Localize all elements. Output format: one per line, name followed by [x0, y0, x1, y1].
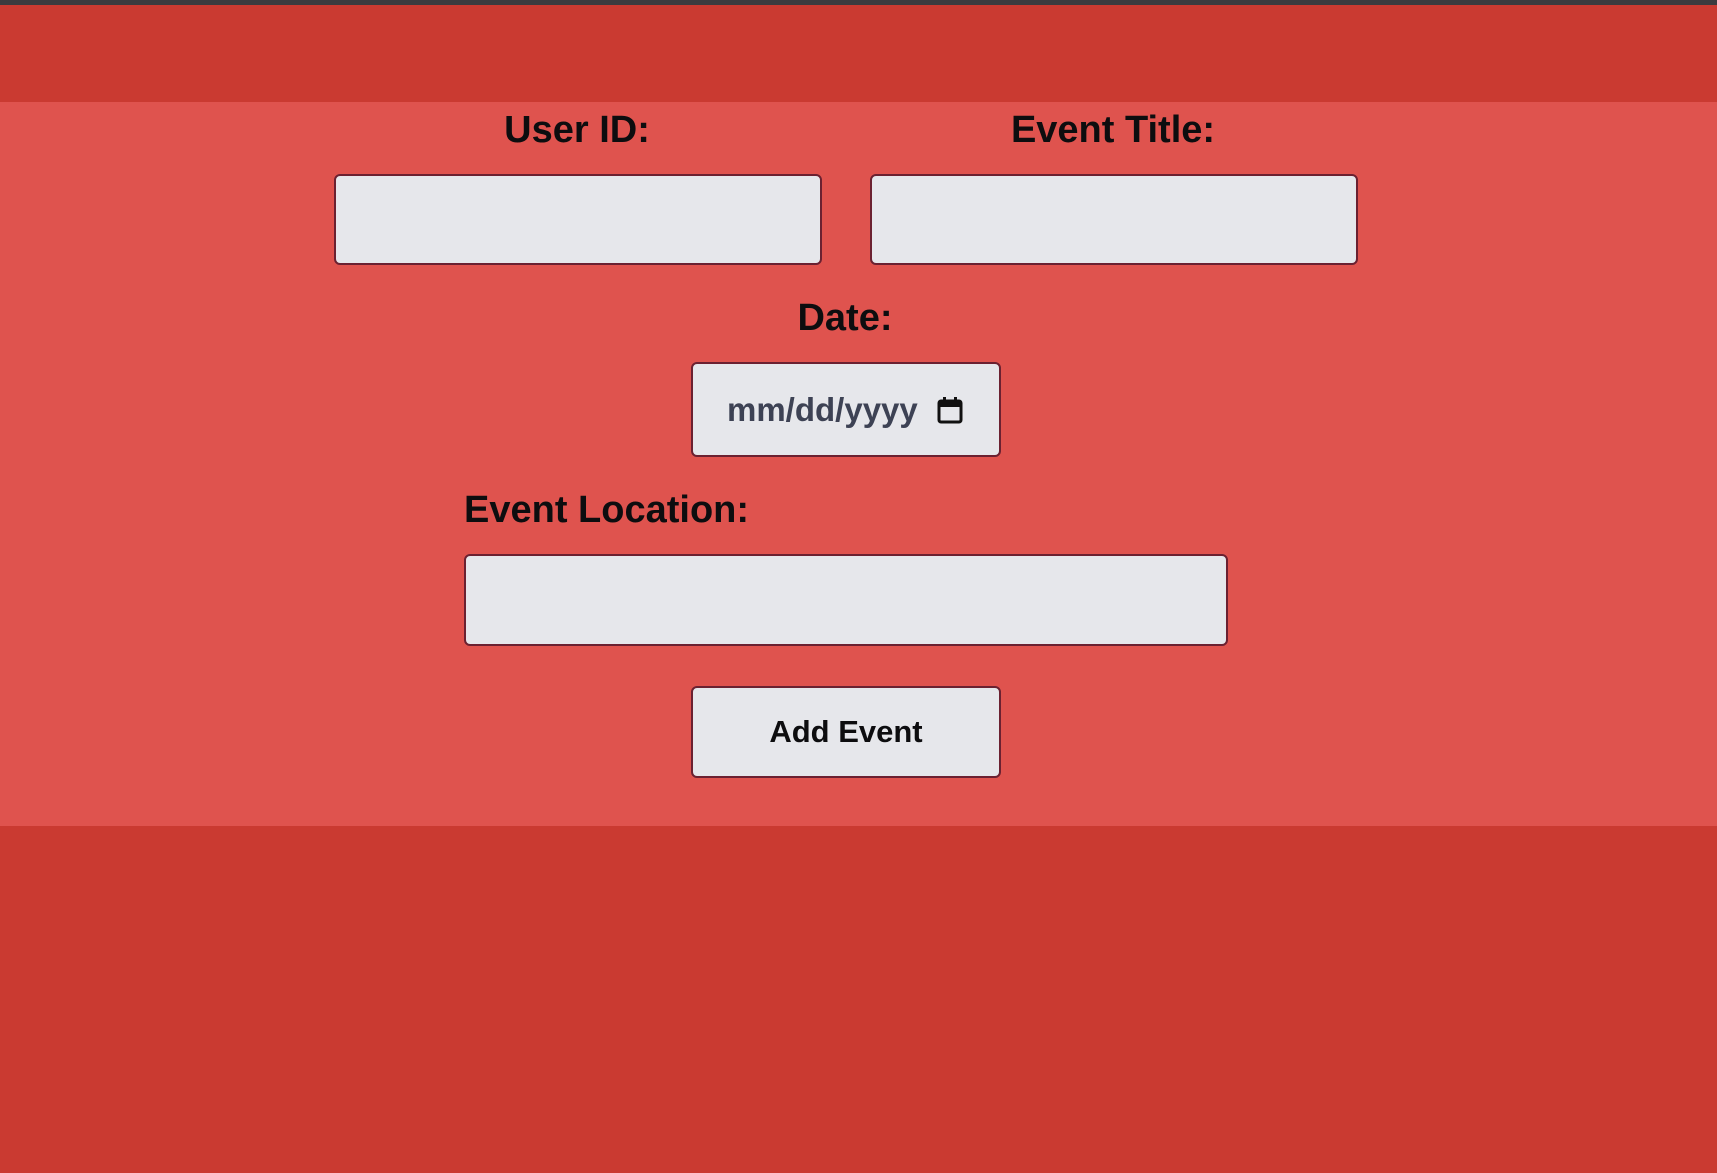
event-title-label: Event Title: — [1010, 109, 1216, 151]
event-location-input[interactable] — [464, 554, 1228, 646]
calendar-icon[interactable] — [937, 396, 963, 424]
window-top-border — [0, 0, 1717, 5]
date-input[interactable]: mm/dd/yyyy — [691, 362, 1001, 457]
user-id-input[interactable] — [334, 174, 822, 265]
event-title-input[interactable] — [870, 174, 1358, 265]
date-label: Date: — [797, 297, 893, 339]
date-placeholder: mm/dd/yyyy — [727, 390, 918, 428]
event-location-label: Event Location: — [464, 489, 750, 531]
add-event-button[interactable]: Add Event — [691, 686, 1001, 778]
user-id-label: User ID: — [504, 109, 650, 151]
